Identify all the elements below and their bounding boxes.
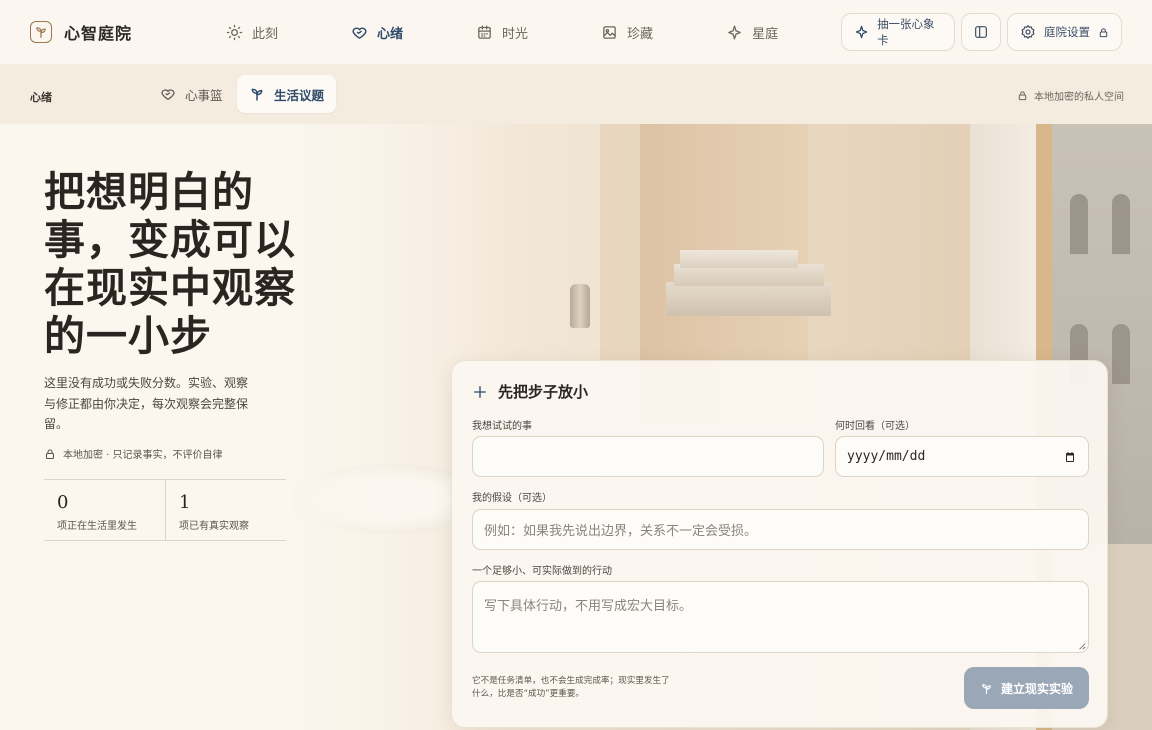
nav-item-label: 此刻 bbox=[252, 26, 279, 42]
background-book bbox=[666, 282, 831, 316]
calendar-icon bbox=[478, 24, 491, 39]
action-label: 一个足够小、可实际做到的行动 bbox=[472, 566, 612, 577]
page-title: 把想明白的事，变成可以在现实中观察的一小步 bbox=[44, 168, 296, 360]
main-nav: 此刻 心绪 时光 珍藏 星庭 bbox=[226, 0, 851, 64]
thing-label: 我想试试的事 bbox=[472, 421, 532, 432]
thing-input[interactable] bbox=[472, 436, 824, 477]
form-header: 先把步子放小 bbox=[472, 381, 588, 402]
brand[interactable]: 心智庭院 bbox=[30, 20, 132, 44]
garden-settings-label: 庭院设置 bbox=[1044, 25, 1090, 39]
gear-icon bbox=[1021, 25, 1035, 39]
nav-item-now[interactable]: 此刻 bbox=[226, 23, 278, 42]
draw-card-label: 抽一张心象卡 bbox=[877, 17, 935, 47]
nav-item-star-court[interactable]: 星庭 bbox=[726, 23, 778, 42]
nav-item-label: 珍藏 bbox=[627, 26, 654, 42]
encryption-note: 本地加密 · 只记录事实，不评价自律 bbox=[44, 446, 223, 461]
review-date-value: yyyy/mm/dd bbox=[847, 449, 926, 464]
stat-active: 0 项正在生活里发生 bbox=[44, 480, 165, 540]
sparkle-icon bbox=[728, 24, 741, 40]
sprout-logo-icon bbox=[30, 21, 52, 43]
stat-value: 1 bbox=[179, 492, 191, 513]
nav-item-label: 时光 bbox=[502, 26, 529, 42]
lock-icon bbox=[1018, 91, 1027, 101]
form-title: 先把步子放小 bbox=[498, 383, 589, 401]
review-date-input[interactable]: yyyy/mm/dd bbox=[835, 436, 1089, 477]
sidebar-toggle-button[interactable] bbox=[961, 13, 1001, 51]
hypothesis-input[interactable]: 例如：如果我先说出边界，关系不一定会受损。 bbox=[472, 509, 1089, 550]
calendar-icon[interactable] bbox=[1064, 451, 1076, 463]
privacy-note: 本地加密的私人空间 bbox=[1017, 88, 1124, 103]
sparkle-icon bbox=[855, 25, 868, 39]
nav-item-label: 星庭 bbox=[752, 26, 779, 42]
create-experiment-button[interactable]: 建立现实实验 bbox=[964, 667, 1089, 709]
action-textarea[interactable]: 写下具体行动，不用写成宏大目标。 bbox=[472, 581, 1089, 653]
sprout-icon bbox=[982, 683, 991, 694]
sun-icon bbox=[226, 24, 243, 40]
create-experiment-label: 建立现实实验 bbox=[1000, 681, 1073, 696]
draw-card-button[interactable]: 抽一张心象卡 bbox=[841, 13, 955, 51]
garden-settings-button[interactable]: 庭院设置 bbox=[1007, 13, 1122, 51]
heart-icon bbox=[352, 27, 367, 39]
privacy-text: 本地加密的私人空间 bbox=[1034, 92, 1124, 103]
nav-item-label: 心绪 bbox=[377, 26, 404, 42]
stat-value: 0 bbox=[57, 492, 69, 513]
tab-label: 生活议题 bbox=[274, 87, 325, 103]
tab-label: 心事篮 bbox=[185, 87, 223, 103]
review-date-label: 何时回看（可选） bbox=[835, 421, 915, 432]
heart-icon bbox=[161, 89, 175, 100]
lock-icon bbox=[1099, 27, 1108, 37]
sprout-icon bbox=[251, 88, 263, 101]
lock-icon bbox=[45, 448, 55, 459]
hypothesis-label: 我的假设（可选） bbox=[472, 493, 552, 504]
page-description: 这里没有成功或失败分数。实验、观察与修正都由你决定，每次观察会完整保留。 bbox=[44, 376, 249, 431]
nav-item-mood[interactable]: 心绪 bbox=[351, 23, 403, 42]
background-book bbox=[680, 250, 798, 268]
background-vase bbox=[570, 284, 590, 328]
resize-handle-icon[interactable] bbox=[1078, 642, 1086, 650]
stats-panel: 0 项正在生活里发生 1 项已有真实观察 bbox=[44, 479, 286, 541]
brand-name: 心智庭院 bbox=[64, 24, 133, 43]
encryption-note-text: 本地加密 · 只记录事实，不评价自律 bbox=[63, 450, 223, 461]
form-footnote: 它不是任务清单，也不会生成完成率；现实里发生了什么，比是否“成功”更重要。 bbox=[472, 676, 670, 699]
plus-icon bbox=[474, 385, 486, 398]
tab-worry-basket[interactable]: 心事篮 bbox=[148, 75, 235, 113]
stat-label: 项正在生活里发生 bbox=[57, 521, 137, 532]
sidebar-icon bbox=[975, 26, 987, 38]
nav-item-collection[interactable]: 珍藏 bbox=[601, 23, 653, 42]
stat-observed: 1 项已有真实观察 bbox=[165, 480, 286, 540]
stat-label: 项已有真实观察 bbox=[179, 521, 249, 532]
section-title: 心绪 bbox=[30, 91, 52, 104]
nav-item-time[interactable]: 时光 bbox=[476, 23, 528, 42]
action-placeholder: 写下具体行动，不用写成宏大目标。 bbox=[484, 599, 693, 614]
tab-life-topics[interactable]: 生活议题 bbox=[237, 75, 337, 113]
experiment-form-card: 先把步子放小 我想试试的事 何时回看（可选） yyyy/mm/dd 我的假设（可… bbox=[451, 360, 1108, 728]
image-icon bbox=[603, 25, 616, 39]
